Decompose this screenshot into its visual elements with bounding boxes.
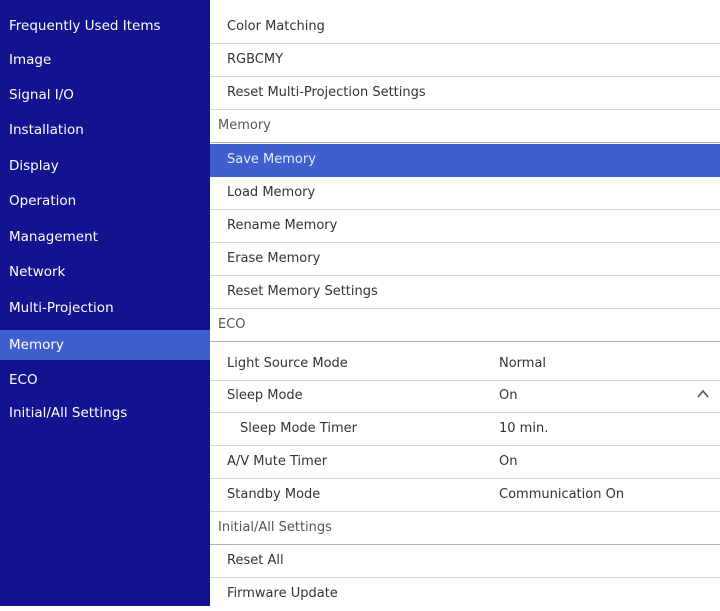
settings-panel: Color Matching RGBCMY Reset Multi-Projec… [210, 0, 720, 606]
menu-item-firmware-update[interactable]: Firmware Update [210, 578, 720, 611]
sidebar-item-multi-projection[interactable]: Multi-Projection [9, 293, 114, 323]
menu-item-label: Sleep Mode [227, 388, 303, 403]
menu-item-label: Erase Memory [227, 251, 321, 266]
section-header-label: Initial/All Settings [218, 520, 332, 535]
section-header-eco: ECO [210, 309, 720, 342]
menu-item-label: RGBCMY [227, 52, 284, 67]
menu-item-rename-memory[interactable]: Rename Memory [210, 210, 720, 243]
menu-item-label: Standby Mode [227, 487, 321, 502]
menu-item-label: Reset All [227, 553, 284, 568]
sidebar-item-installation[interactable]: Installation [9, 115, 84, 145]
menu-item-label: Color Matching [227, 19, 325, 34]
menu-item-light-source-mode[interactable]: Light Source Mode Normal [210, 348, 720, 381]
section-header-label: ECO [218, 317, 246, 332]
menu-item-save-memory[interactable]: Save Memory [210, 144, 720, 177]
sidebar-item-frequently-used-items[interactable]: Frequently Used Items [9, 11, 161, 41]
menu-item-reset-multi-projection-settings[interactable]: Reset Multi-Projection Settings [210, 77, 720, 110]
sidebar-item-display[interactable]: Display [9, 151, 59, 181]
sidebar: Frequently Used Items Image Signal I/O I… [0, 0, 210, 606]
sidebar-item-operation[interactable]: Operation [9, 186, 76, 216]
menu-item-value: 10 min. [499, 421, 549, 436]
menu-item-label: Reset Memory Settings [227, 284, 378, 299]
menu-item-erase-memory[interactable]: Erase Memory [210, 243, 720, 276]
menu-item-reset-all[interactable]: Reset All [210, 545, 720, 578]
menu-item-value: Communication On [499, 487, 625, 502]
menu-item-label: A/V Mute Timer [227, 454, 328, 469]
sidebar-item-signal-io[interactable]: Signal I/O [9, 80, 74, 110]
menu-item-label: Load Memory [227, 185, 316, 200]
sidebar-item-memory[interactable]: Memory [0, 330, 210, 360]
menu-item-value: On [499, 388, 518, 403]
sidebar-item-initial-all-settings[interactable]: Initial/All Settings [9, 398, 127, 428]
menu-item-av-mute-timer[interactable]: A/V Mute Timer On [210, 446, 720, 479]
chevron-up-icon[interactable] [696, 387, 710, 401]
section-header-memory: Memory [210, 110, 720, 143]
menu-item-label: Light Source Mode [227, 356, 348, 371]
menu-item-value: Normal [499, 356, 547, 371]
menu-item-label: Reset Multi-Projection Settings [227, 85, 426, 100]
menu-item-load-memory[interactable]: Load Memory [210, 177, 720, 210]
menu-item-label: Firmware Update [227, 586, 338, 601]
menu-item-rgbcmy[interactable]: RGBCMY [210, 44, 720, 77]
menu-item-reset-memory-settings[interactable]: Reset Memory Settings [210, 276, 720, 309]
sidebar-item-network[interactable]: Network [9, 257, 65, 287]
menu-item-standby-mode[interactable]: Standby Mode Communication On [210, 479, 720, 512]
section-header-initial-all-settings: Initial/All Settings [210, 512, 720, 545]
menu-item-label: Sleep Mode Timer [240, 421, 357, 436]
section-header-label: Memory [218, 118, 271, 133]
sidebar-item-management[interactable]: Management [9, 222, 98, 252]
menu-item-label: Rename Memory [227, 218, 338, 233]
menu-item-sleep-mode-timer[interactable]: Sleep Mode Timer 10 min. [210, 413, 720, 446]
sidebar-item-eco[interactable]: ECO [9, 365, 38, 395]
menu-item-color-matching[interactable]: Color Matching [210, 11, 720, 44]
menu-item-label: Save Memory [227, 152, 316, 167]
menu-item-sleep-mode[interactable]: Sleep Mode On [210, 380, 720, 413]
sidebar-item-image[interactable]: Image [9, 45, 51, 75]
menu-item-value: On [499, 454, 518, 469]
